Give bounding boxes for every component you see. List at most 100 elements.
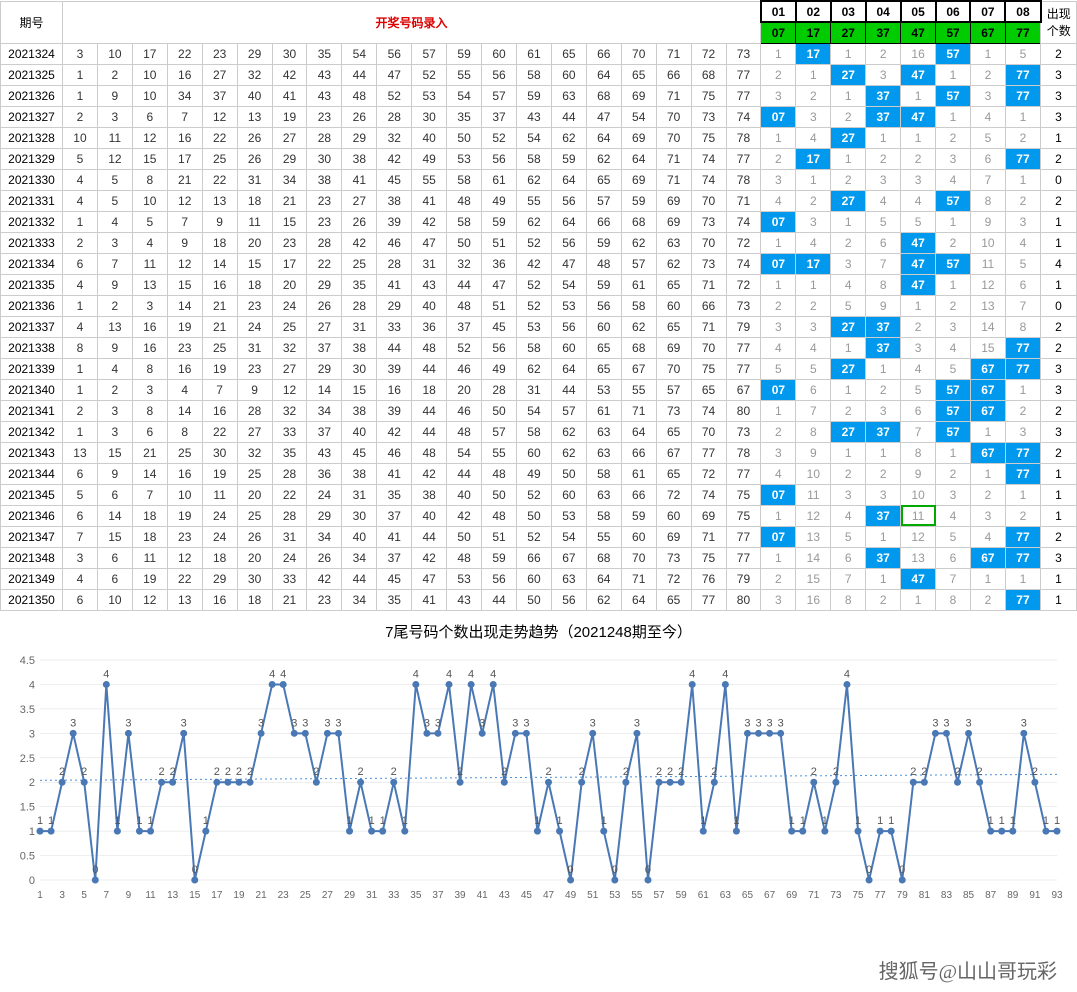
draw-cell: 22 bbox=[202, 127, 237, 148]
track-cell: 1 bbox=[901, 85, 936, 106]
draw-cell: 5 bbox=[63, 148, 98, 169]
draw-cell: 50 bbox=[516, 589, 551, 610]
draw-cell: 68 bbox=[586, 85, 621, 106]
draw-cell: 18 bbox=[132, 505, 167, 526]
draw-cell: 53 bbox=[447, 148, 482, 169]
svg-text:51: 51 bbox=[587, 890, 599, 901]
track-cell: 1 bbox=[796, 64, 831, 85]
draw-cell: 75 bbox=[691, 358, 726, 379]
svg-text:3: 3 bbox=[479, 717, 485, 729]
draw-cell: 77 bbox=[726, 148, 761, 169]
draw-cell: 71 bbox=[656, 43, 691, 64]
draw-cell: 2 bbox=[97, 295, 132, 316]
count-cell: 1 bbox=[1041, 463, 1077, 484]
svg-text:2: 2 bbox=[81, 766, 87, 778]
draw-cell: 38 bbox=[342, 463, 377, 484]
svg-text:77: 77 bbox=[875, 890, 887, 901]
draw-cell: 69 bbox=[656, 337, 691, 358]
draw-cell: 60 bbox=[516, 568, 551, 589]
draw-cell: 23 bbox=[307, 589, 342, 610]
track-cell: 47 bbox=[901, 64, 936, 85]
draw-cell: 4 bbox=[63, 274, 98, 295]
draw-cell: 8 bbox=[167, 421, 202, 442]
draw-cell: 35 bbox=[272, 442, 307, 463]
draw-cell: 80 bbox=[726, 589, 761, 610]
draw-cell: 72 bbox=[691, 463, 726, 484]
draw-cell: 13 bbox=[97, 316, 132, 337]
draw-cell: 59 bbox=[447, 43, 482, 64]
svg-text:3: 3 bbox=[634, 717, 640, 729]
draw-cell: 55 bbox=[516, 190, 551, 211]
draw-cell: 17 bbox=[132, 43, 167, 64]
track-cell: 2 bbox=[970, 589, 1005, 610]
draw-cell: 45 bbox=[482, 316, 517, 337]
draw-cell: 23 bbox=[272, 232, 307, 253]
draw-cell: 39 bbox=[377, 358, 412, 379]
draw-cell: 72 bbox=[691, 43, 726, 64]
draw-cell: 5 bbox=[97, 169, 132, 190]
track-cell: 1 bbox=[831, 442, 866, 463]
track-cell: 11 bbox=[970, 253, 1005, 274]
svg-text:1: 1 bbox=[1010, 815, 1016, 827]
draw-cell: 2 bbox=[63, 106, 98, 127]
track-cell: 1 bbox=[1005, 106, 1040, 127]
draw-cell: 54 bbox=[447, 442, 482, 463]
draw-cell: 39 bbox=[377, 400, 412, 421]
draw-cell: 9 bbox=[237, 379, 272, 400]
track-cell: 3 bbox=[796, 106, 831, 127]
track-cell: 15 bbox=[970, 337, 1005, 358]
draw-cell: 71 bbox=[621, 568, 656, 589]
track-cell: 1 bbox=[761, 400, 796, 421]
draw-cell: 26 bbox=[307, 547, 342, 568]
draw-cell: 59 bbox=[551, 148, 586, 169]
svg-text:89: 89 bbox=[1007, 890, 1019, 901]
draw-cell: 42 bbox=[377, 148, 412, 169]
svg-text:2.5: 2.5 bbox=[20, 752, 35, 764]
svg-text:3: 3 bbox=[1021, 717, 1027, 729]
draw-cell: 73 bbox=[726, 43, 761, 64]
table-row: 2021340123479121415161820283144535557656… bbox=[1, 379, 1077, 400]
draw-cell: 42 bbox=[307, 568, 342, 589]
track-cell: 3 bbox=[936, 316, 971, 337]
draw-cell: 6 bbox=[63, 253, 98, 274]
draw-cell: 59 bbox=[586, 232, 621, 253]
draw-cell: 50 bbox=[447, 526, 482, 547]
draw-cell: 69 bbox=[656, 211, 691, 232]
track-cell: 6 bbox=[866, 232, 901, 253]
draw-cell: 71 bbox=[656, 85, 691, 106]
count-cell: 1 bbox=[1041, 484, 1077, 505]
svg-text:1: 1 bbox=[136, 815, 142, 827]
draw-cell: 46 bbox=[447, 400, 482, 421]
draw-cell: 67 bbox=[656, 442, 691, 463]
table-row: 2021339148161923272930394446496264656770… bbox=[1, 358, 1077, 379]
svg-text:2: 2 bbox=[236, 766, 242, 778]
track-cell: 5 bbox=[761, 358, 796, 379]
track-cell: 3 bbox=[831, 484, 866, 505]
draw-cell: 19 bbox=[202, 463, 237, 484]
draw-cell: 12 bbox=[132, 127, 167, 148]
track-27: 27 bbox=[831, 22, 866, 43]
draw-cell: 73 bbox=[691, 211, 726, 232]
draw-cell: 58 bbox=[586, 463, 621, 484]
draw-cell: 4 bbox=[63, 316, 98, 337]
svg-text:1: 1 bbox=[29, 826, 35, 838]
draw-cell: 53 bbox=[412, 85, 447, 106]
count-cell: 1 bbox=[1041, 568, 1077, 589]
draw-cell: 65 bbox=[656, 274, 691, 295]
svg-text:2: 2 bbox=[59, 766, 65, 778]
draw-cell: 59 bbox=[482, 211, 517, 232]
track-cell: 77 bbox=[1005, 358, 1040, 379]
draw-cell: 58 bbox=[516, 64, 551, 85]
draw-cell: 60 bbox=[482, 43, 517, 64]
draw-cell: 77 bbox=[726, 463, 761, 484]
draw-cell: 18 bbox=[237, 190, 272, 211]
draw-cell: 64 bbox=[586, 127, 621, 148]
draw-cell: 46 bbox=[377, 442, 412, 463]
period-cell: 2021324 bbox=[1, 43, 63, 64]
draw-cell: 40 bbox=[447, 484, 482, 505]
draw-cell: 66 bbox=[516, 547, 551, 568]
svg-text:3: 3 bbox=[258, 717, 264, 729]
draw-cell: 28 bbox=[272, 505, 307, 526]
draw-cell: 60 bbox=[586, 316, 621, 337]
draw-cell: 13 bbox=[63, 442, 98, 463]
